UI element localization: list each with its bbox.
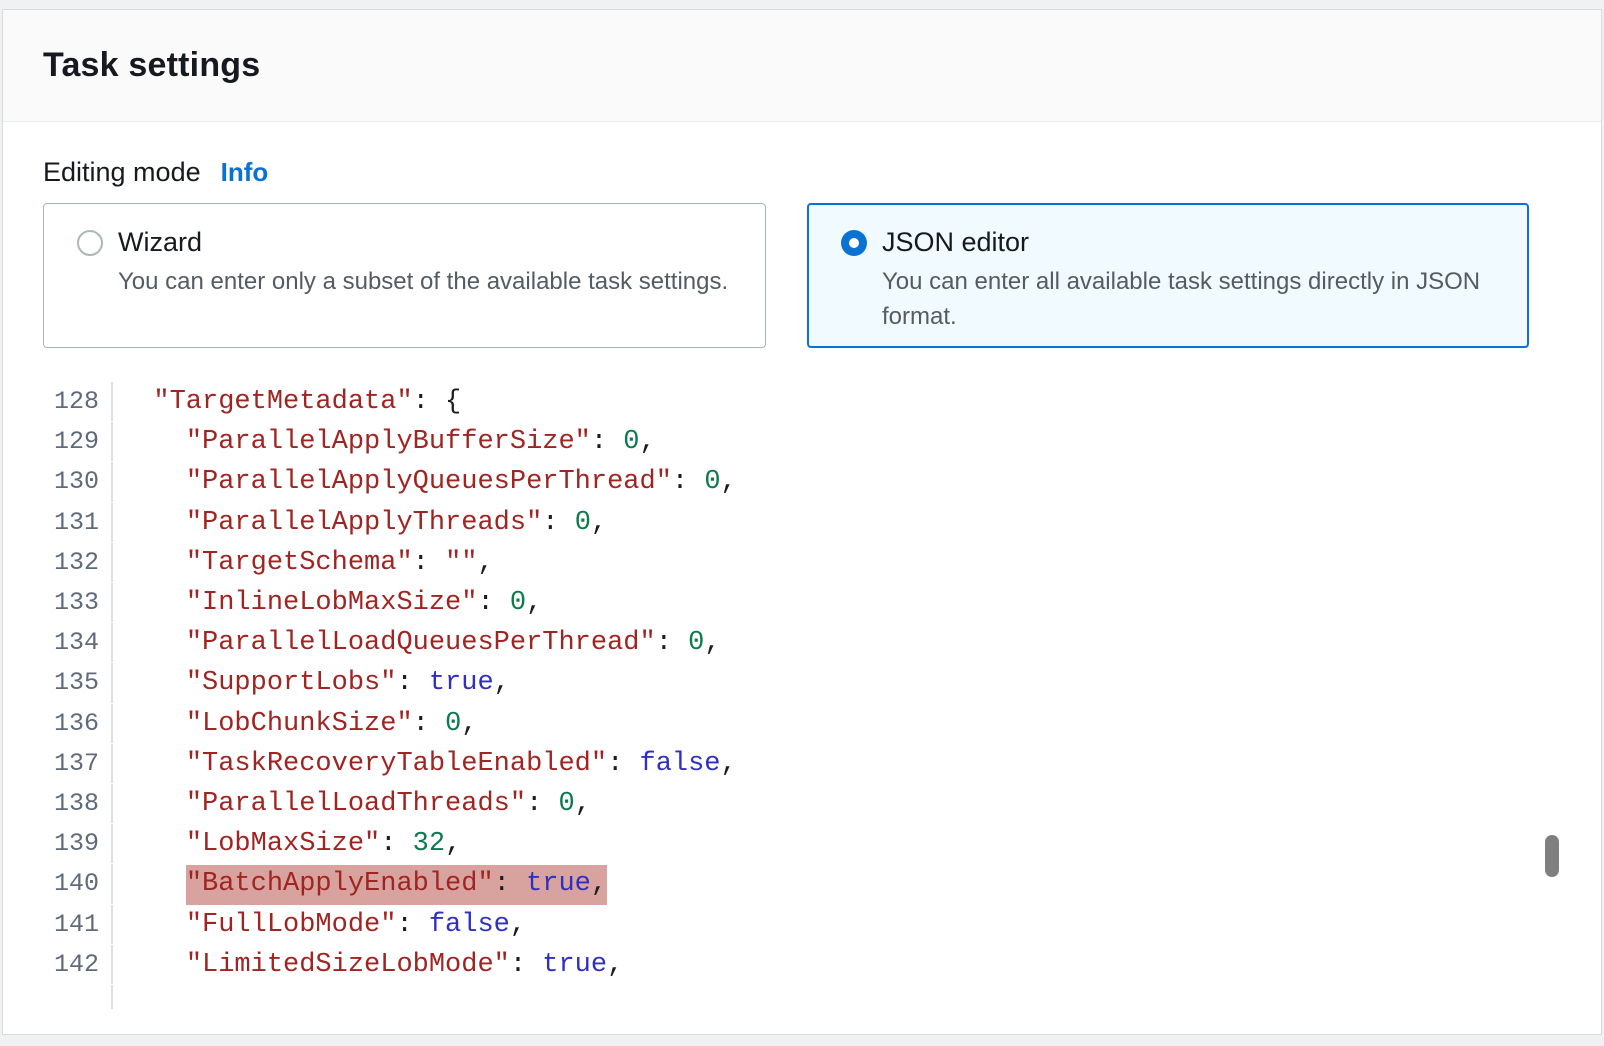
code-text: "ParallelLoadThreads": 0, bbox=[113, 785, 591, 824]
line-number: 140 bbox=[3, 864, 113, 903]
line-number: 131 bbox=[3, 503, 113, 542]
code-line[interactable]: 138 "ParallelLoadThreads": 0, bbox=[3, 784, 1561, 824]
vertical-scrollbar-thumb[interactable] bbox=[1545, 835, 1559, 877]
tile-json-editor[interactable]: JSON editor You can enter all available … bbox=[807, 203, 1529, 348]
line-number: 128 bbox=[3, 382, 113, 421]
line-number: 133 bbox=[3, 583, 113, 622]
code-line[interactable]: 128 "TargetMetadata": { bbox=[3, 382, 1561, 422]
line-number: 130 bbox=[3, 462, 113, 501]
line-number: 136 bbox=[3, 704, 113, 743]
code-line[interactable]: 139 "LobMaxSize": 32, bbox=[3, 824, 1561, 864]
code-text: "SupportLobs": true, bbox=[113, 664, 510, 703]
gutter-tail bbox=[3, 985, 113, 1009]
code-text: "ParallelApplyBufferSize": 0, bbox=[113, 423, 656, 462]
line-number: 129 bbox=[3, 422, 113, 461]
line-number: 138 bbox=[3, 784, 113, 823]
code-text: "InlineLobMaxSize": 0, bbox=[113, 584, 542, 623]
info-link[interactable]: Info bbox=[221, 157, 269, 188]
code-line[interactable]: 135 "SupportLobs": true, bbox=[3, 663, 1561, 703]
code-text: "TargetMetadata": { bbox=[113, 383, 461, 422]
line-number: 132 bbox=[3, 543, 113, 582]
code-line[interactable]: 129 "ParallelApplyBufferSize": 0, bbox=[3, 422, 1561, 462]
json-code-editor[interactable]: 128 "TargetMetadata": {129 "ParallelAppl… bbox=[3, 382, 1561, 1009]
code-text: "LobMaxSize": 32, bbox=[113, 825, 461, 864]
tile-wizard[interactable]: Wizard You can enter only a subset of th… bbox=[43, 203, 766, 348]
code-text: "ParallelApplyThreads": 0, bbox=[113, 504, 607, 543]
radio-selected-icon[interactable] bbox=[841, 230, 867, 256]
code-line[interactable]: 136 "LobChunkSize": 0, bbox=[3, 704, 1561, 744]
code-line[interactable]: 141 "FullLobMode": false, bbox=[3, 905, 1561, 945]
code-line[interactable]: 132 "TargetSchema": "", bbox=[3, 543, 1561, 583]
code-text: "TargetSchema": "", bbox=[113, 544, 494, 583]
tile-wizard-text: Wizard You can enter only a subset of th… bbox=[118, 226, 728, 347]
radio-unselected-icon[interactable] bbox=[77, 230, 103, 256]
code-line[interactable]: 142 "LimitedSizeLobMode": true, bbox=[3, 945, 1561, 985]
line-number: 137 bbox=[3, 744, 113, 783]
tile-json-editor-label: JSON editor bbox=[882, 226, 1503, 259]
line-number: 142 bbox=[3, 945, 113, 984]
code-text: "ParallelLoadQueuesPerThread": 0, bbox=[113, 624, 721, 663]
line-number: 134 bbox=[3, 623, 113, 662]
code-line[interactable]: 140 "BatchApplyEnabled": true, bbox=[3, 864, 1561, 904]
tile-json-editor-description: You can enter all available task setting… bbox=[882, 264, 1503, 334]
code-line[interactable]: 133 "InlineLobMaxSize": 0, bbox=[3, 583, 1561, 623]
panel-content: Editing mode Info Wizard You can enter o… bbox=[3, 122, 1601, 1009]
panel-header: Task settings bbox=[3, 10, 1601, 122]
line-number: 139 bbox=[3, 824, 113, 863]
tile-wizard-label: Wizard bbox=[118, 226, 728, 259]
tile-json-editor-text: JSON editor You can enter all available … bbox=[882, 226, 1503, 346]
code-text: "LimitedSizeLobMode": true, bbox=[113, 946, 623, 985]
highlighted-code: "BatchApplyEnabled": true, bbox=[186, 865, 607, 904]
task-settings-panel: Task settings Editing mode Info Wizard Y… bbox=[2, 9, 1602, 1035]
code-line[interactable]: 137 "TaskRecoveryTableEnabled": false, bbox=[3, 744, 1561, 784]
editing-mode-radio-group: Wizard You can enter only a subset of th… bbox=[43, 203, 1561, 348]
code-text: "TaskRecoveryTableEnabled": false, bbox=[113, 745, 737, 784]
code-line[interactable]: 134 "ParallelLoadQueuesPerThread": 0, bbox=[3, 623, 1561, 663]
code-line[interactable]: 130 "ParallelApplyQueuesPerThread": 0, bbox=[3, 462, 1561, 502]
code-text: "BatchApplyEnabled": true, bbox=[113, 865, 607, 904]
code-text: "ParallelApplyQueuesPerThread": 0, bbox=[113, 463, 737, 502]
editing-mode-row: Editing mode Info bbox=[43, 155, 1561, 189]
line-number: 141 bbox=[3, 905, 113, 944]
code-line[interactable]: 131 "ParallelApplyThreads": 0, bbox=[3, 503, 1561, 543]
page-title: Task settings bbox=[43, 46, 260, 85]
code-text: "LobChunkSize": 0, bbox=[113, 705, 477, 744]
tile-wizard-description: You can enter only a subset of the avail… bbox=[118, 264, 728, 299]
line-number: 135 bbox=[3, 663, 113, 702]
code-text: "FullLobMode": false, bbox=[113, 906, 526, 945]
editing-mode-label: Editing mode bbox=[43, 155, 201, 189]
